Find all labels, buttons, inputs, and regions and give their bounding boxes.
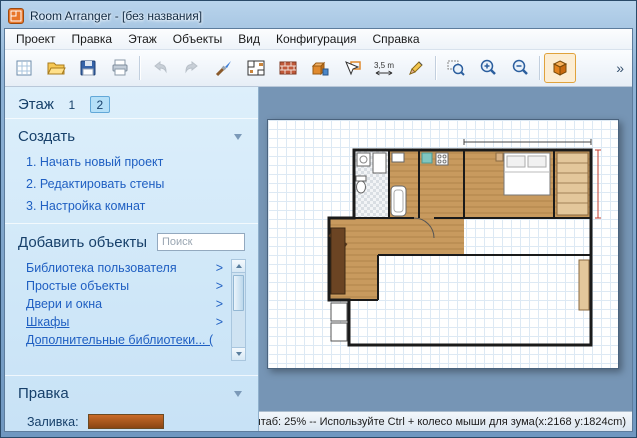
open-project-button[interactable] — [40, 53, 72, 83]
toolbar-separator — [435, 56, 437, 80]
arrow-up-icon — [236, 264, 242, 268]
edit-title: Правка — [18, 385, 69, 402]
collapse-arrow-icon[interactable] — [234, 134, 242, 140]
add-objects-header: Добавить объекты — [5, 223, 258, 257]
paint-brush-icon — [214, 58, 234, 78]
menu-item[interactable]: Справка — [365, 30, 428, 48]
floor-tab-2[interactable]: 2 — [90, 96, 110, 113]
measure-label: 3,5 m — [374, 61, 394, 70]
collapse-arrow-icon[interactable] — [234, 391, 242, 397]
scroll-down-button[interactable] — [232, 347, 245, 360]
cube-3d-icon — [550, 58, 570, 78]
cursor-select-icon — [342, 58, 362, 78]
fill-row: Заливка: — [5, 406, 258, 429]
fill-swatch[interactable] — [88, 414, 164, 429]
cursor-coordinates: (x:2168 y:1824cm) — [535, 416, 626, 428]
library-item[interactable]: Дополнительные библиотеки... ( — [26, 331, 229, 349]
fill-label: Заливка: — [27, 415, 79, 429]
floor-label: Этаж — [18, 96, 54, 113]
menu-item[interactable]: Вид — [230, 30, 268, 48]
new-plan-button[interactable] — [8, 53, 40, 83]
create-action-link[interactable]: 3. Настройка комнат — [5, 195, 258, 217]
library-item[interactable]: Простые объекты > — [26, 277, 229, 295]
floor-plan-icon — [246, 58, 266, 78]
zoom-in-icon — [478, 58, 498, 78]
menu-item[interactable]: Этаж — [120, 30, 165, 48]
measure-arrow-icon — [375, 70, 393, 76]
paint-button[interactable] — [208, 53, 240, 83]
floor-tab-1[interactable]: 1 — [62, 96, 82, 113]
objects-button[interactable] — [304, 53, 336, 83]
save-button[interactable] — [72, 53, 104, 83]
menu-item[interactable]: Конфигурация — [268, 30, 365, 48]
toolbar-separator — [139, 56, 141, 80]
menu-item[interactable]: Правка — [64, 30, 121, 48]
edit-section-header: Правка — [5, 375, 258, 406]
chevron-right-icon: > — [216, 279, 223, 293]
objects-3d-icon — [310, 58, 330, 78]
undo-icon — [150, 58, 170, 78]
drawing-canvas[interactable] — [259, 87, 632, 411]
undo-button[interactable] — [144, 53, 176, 83]
new-plan-icon — [14, 58, 34, 78]
create-action-link[interactable]: 1. Начать новый проект — [5, 151, 258, 173]
floor-plan-drawing — [268, 120, 620, 370]
floor-plan-wizard-button[interactable] — [240, 53, 272, 83]
statusbar: Масштаб: 25% -- Используйте Ctrl + колес… — [259, 411, 632, 431]
toolbar-separator — [539, 56, 541, 80]
room-arranger-window: Room Arranger - [без названия] ПроектПра… — [0, 0, 637, 438]
create-section-header: Создать — [5, 118, 258, 149]
search-input[interactable] — [157, 233, 245, 251]
floor-selector: Этаж 1 2 — [5, 87, 258, 118]
chevron-right-icon: > — [216, 261, 223, 275]
library-item[interactable]: Двери и окна > — [26, 295, 229, 313]
toolbar-overflow-button[interactable]: » — [611, 60, 629, 76]
pen-icon — [406, 58, 426, 78]
floor-plan-sheet[interactable] — [267, 119, 619, 369]
titlebar[interactable]: Room Arranger - [без названия] — [4, 4, 633, 28]
redo-icon — [182, 58, 202, 78]
dimension-tool-button[interactable]: 3,5 m — [368, 53, 400, 83]
menu-item[interactable]: Проект — [8, 30, 64, 48]
add-objects-title: Добавить объекты — [18, 234, 147, 251]
view-3d-button[interactable] — [544, 53, 576, 83]
status-zoom-hint: Масштаб: 25% -- Используйте Ctrl + колес… — [259, 416, 535, 428]
chevron-right-icon: > — [216, 315, 223, 329]
zoom-window-button[interactable] — [440, 53, 472, 83]
sidebar: Этаж 1 2 Создать 1. Начать новый проект2… — [5, 87, 259, 431]
menubar: ПроектПравкаЭтажОбъектыВидКонфигурацияСп… — [5, 29, 632, 50]
toolbar: 3,5 m » — [5, 50, 632, 87]
print-icon — [110, 58, 130, 78]
object-library-list: Библиотека пользователя > Простые объект… — [26, 259, 246, 361]
window-title: Room Arranger - [без названия] — [30, 9, 202, 23]
create-list: 1. Начать новый проект2. Редактировать с… — [5, 149, 258, 223]
zoom-out-button[interactable] — [504, 53, 536, 83]
create-title: Создать — [18, 128, 75, 145]
select-objects-button[interactable] — [336, 53, 368, 83]
draw-pen-button[interactable] — [400, 53, 432, 83]
zoom-in-button[interactable] — [472, 53, 504, 83]
create-action-link[interactable]: 2. Редактировать стены — [5, 173, 258, 195]
zoom-window-icon — [446, 58, 466, 78]
chevron-right-icon: > — [216, 297, 223, 311]
brick-wall-icon — [278, 58, 298, 78]
walls-button[interactable] — [272, 53, 304, 83]
scroll-thumb[interactable] — [233, 275, 244, 311]
library-item[interactable]: Шкафы > — [26, 313, 229, 331]
library-item[interactable]: Библиотека пользователя > — [26, 259, 229, 277]
arrow-down-icon — [236, 352, 242, 356]
menu-item[interactable]: Объекты — [165, 30, 231, 48]
open-folder-icon — [46, 58, 66, 78]
scroll-up-button[interactable] — [232, 260, 245, 273]
redo-button[interactable] — [176, 53, 208, 83]
app-logo-icon — [8, 8, 24, 24]
zoom-out-icon — [510, 58, 530, 78]
save-icon — [78, 58, 98, 78]
print-button[interactable] — [104, 53, 136, 83]
list-scrollbar[interactable] — [231, 259, 246, 361]
